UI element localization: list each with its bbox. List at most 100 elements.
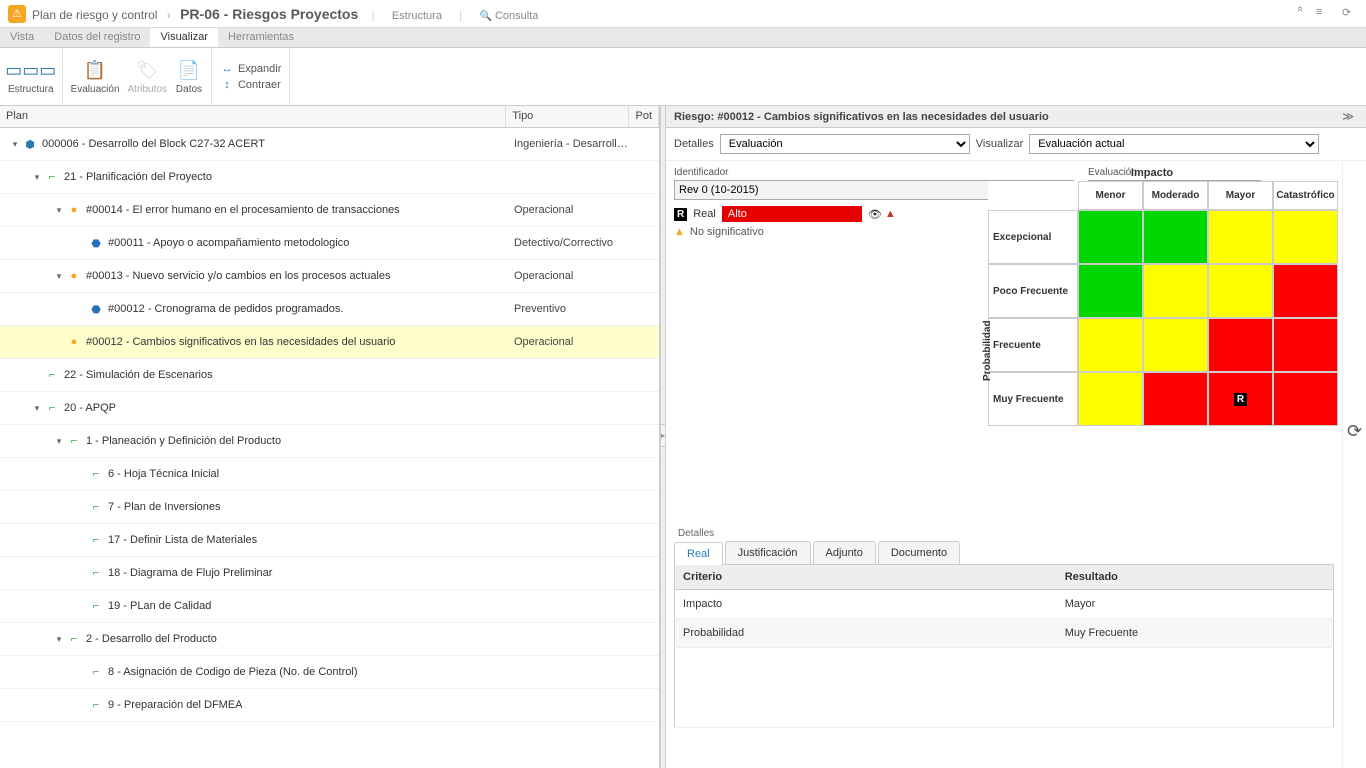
structure-button[interactable]: ▭▭▭ Estructura (8, 58, 54, 95)
warning-triangle-icon[interactable]: ▲ (885, 208, 896, 221)
orange-icon: ● (67, 269, 81, 283)
matrix-marker: R (1234, 393, 1247, 406)
menu-visualizar[interactable]: Visualizar (150, 28, 218, 47)
tree-columns-header: Plan Tipo Pot (0, 106, 659, 128)
tab-documento[interactable]: Documento (878, 541, 960, 564)
menu-vista[interactable]: Vista (0, 28, 44, 47)
matrix-row-header: Excepcional (988, 210, 1078, 264)
details-dropdown-label: Detalles (674, 138, 714, 150)
details-section-label: Detalles (674, 528, 1334, 539)
visualizar-select[interactable]: Evaluación actual (1029, 134, 1319, 154)
visualizar-dropdown-label: Visualizar (976, 138, 1024, 150)
expand-detail-icon[interactable]: ≫ (1338, 110, 1358, 123)
matrix-cell[interactable] (1208, 264, 1273, 318)
real-badge: R (674, 208, 687, 221)
app-warning-icon (8, 5, 26, 23)
result-col[interactable]: Resultado (1057, 565, 1334, 590)
matrix-cell[interactable] (1273, 372, 1338, 426)
col-tipo[interactable]: Tipo (506, 106, 629, 127)
tab-justificación[interactable]: Justificación (725, 541, 811, 564)
node-20-1-17[interactable]: ⌐17 - Definir Lista de Materiales (0, 524, 659, 557)
node-20-1-18[interactable]: ⌐18 - Diagrama de Flujo Preliminar (0, 557, 659, 590)
collapse-up-icon[interactable]: « (1290, 6, 1306, 22)
node-00013[interactable]: ▾●#00013 - Nuevo servicio y/o cambios en… (0, 260, 659, 293)
node-20-2-9[interactable]: ⌐9 - Preparación del DFMEA (0, 689, 659, 722)
matrix-cell[interactable] (1273, 318, 1338, 372)
data-button[interactable]: 📄 Datos (175, 58, 203, 95)
expand-icon: ↔ (220, 62, 234, 76)
node-20-1-6[interactable]: ⌐6 - Hoja Técnica Inicial (0, 458, 659, 491)
refresh-icon[interactable]: ⟳ (1342, 6, 1358, 22)
tree-label: 18 - Diagrama de Flujo Preliminar (108, 567, 272, 579)
binoculars-icon[interactable]: 👁 (868, 208, 882, 221)
matrix-cell[interactable] (1078, 372, 1143, 426)
node-20-1[interactable]: ▾⌐1 - Planeación y Definición del Produc… (0, 425, 659, 458)
tab-real[interactable]: Real (674, 542, 723, 565)
matrix-cell[interactable] (1143, 372, 1208, 426)
evaluation-button[interactable]: 📋 Evaluación (71, 58, 120, 95)
node-20-2[interactable]: ▾⌐2 - Desarrollo del Producto (0, 623, 659, 656)
toggle-icon[interactable]: ▾ (54, 436, 64, 447)
node-00012-risk[interactable]: ●#00012 - Cambios significativos en las … (0, 326, 659, 359)
tree-label: #00012 - Cronograma de pedidos programad… (108, 303, 343, 315)
table-row[interactable]: ImpactoMayor (675, 590, 1334, 619)
link-structure[interactable]: Estructura (392, 10, 442, 22)
col-plan[interactable]: Plan (0, 106, 506, 127)
matrix-cell[interactable] (1143, 210, 1208, 264)
matrix-cell[interactable]: R (1208, 372, 1273, 426)
structure-icon: ▭▭▭ (17, 58, 45, 82)
green-icon: ⌐ (89, 665, 103, 679)
breadcrumb-root[interactable]: Plan de riesgo y control (32, 8, 157, 22)
criteria-col[interactable]: Criterio (675, 565, 1057, 590)
collapse-button[interactable]: ↕ Contraer (220, 78, 281, 92)
header: Plan de riesgo y control › PR-06 - Riesg… (0, 0, 1366, 28)
matrix-cell[interactable] (1208, 210, 1273, 264)
toggle-icon[interactable]: ▾ (10, 139, 20, 150)
table-row[interactable]: ProbabilidadMuy Frecuente (675, 619, 1334, 648)
list-icon[interactable]: ≡ (1316, 6, 1332, 22)
menu-herramientas[interactable]: Herramientas (218, 28, 304, 47)
clipboard-icon: 📋 (81, 58, 109, 82)
node-root[interactable]: ▾⬢000006 - Desarrollo del Block C27-32 A… (0, 128, 659, 161)
toggle-icon[interactable]: ▾ (32, 403, 42, 414)
node-20[interactable]: ▾⌐20 - APQP (0, 392, 659, 425)
attributes-button[interactable]: 🏷 Atributos (128, 58, 167, 95)
tab-adjunto[interactable]: Adjunto (813, 541, 876, 564)
matrix-cell[interactable] (1078, 264, 1143, 318)
node-21[interactable]: ▾⌐21 - Planificación del Proyecto (0, 161, 659, 194)
node-20-1-19[interactable]: ⌐19 - PLan de Calidad (0, 590, 659, 623)
toggle-icon[interactable]: ▾ (54, 271, 64, 282)
node-20-1-7[interactable]: ⌐7 - Plan de Inversiones (0, 491, 659, 524)
node-00014[interactable]: ▾●#00014 - El error humano en el procesa… (0, 194, 659, 227)
node-00012-control[interactable]: ⬣#00012 - Cronograma de pedidos programa… (0, 293, 659, 326)
matrix-cell[interactable] (1208, 318, 1273, 372)
menu-datos-del-registro[interactable]: Datos del registro (44, 28, 150, 47)
expand-button[interactable]: ↔ Expandir (220, 62, 281, 76)
detail-panel: Riesgo: #00012 - Cambios significativos … (666, 106, 1366, 768)
details-select[interactable]: Evaluación (720, 134, 970, 154)
matrix-cell[interactable] (1078, 210, 1143, 264)
matrix-cell[interactable] (1143, 264, 1208, 318)
toggle-icon[interactable]: ▾ (54, 205, 64, 216)
matrix-x-title: Impacto (970, 167, 1334, 179)
plan-tree[interactable]: ▾⬢000006 - Desarrollo del Block C27-32 A… (0, 128, 659, 768)
real-label: Real (693, 208, 716, 220)
matrix-cell[interactable] (1143, 318, 1208, 372)
col-pot[interactable]: Pot (629, 106, 659, 127)
matrix-row-header: Poco Frecuente (988, 264, 1078, 318)
node-22[interactable]: ⌐22 - Simulación de Escenarios (0, 359, 659, 392)
tree-label: 8 - Asignación de Codigo de Pieza (No. d… (108, 666, 357, 678)
risk-matrix: MenorModeradoMayorCatastróficoExcepciona… (988, 181, 1334, 426)
matrix-cell[interactable] (1078, 318, 1143, 372)
matrix-row-header: Muy Frecuente (988, 372, 1078, 426)
node-00011[interactable]: ⬣#00011 - Apoyo o acompañamiento metodol… (0, 227, 659, 260)
matrix-cell[interactable] (1273, 210, 1338, 264)
green-icon: ⌐ (45, 401, 59, 415)
link-query[interactable]: Consulta (480, 10, 539, 22)
tree-label: 17 - Definir Lista de Materiales (108, 534, 257, 546)
matrix-cell[interactable] (1273, 264, 1338, 318)
toggle-icon[interactable]: ▾ (32, 172, 42, 183)
refresh-panel-icon[interactable]: ⟳ (1347, 421, 1362, 442)
toggle-icon[interactable]: ▾ (54, 634, 64, 645)
node-20-2-8[interactable]: ⌐ 8 - Asignación de Codigo de Pieza (No. … (0, 656, 659, 689)
